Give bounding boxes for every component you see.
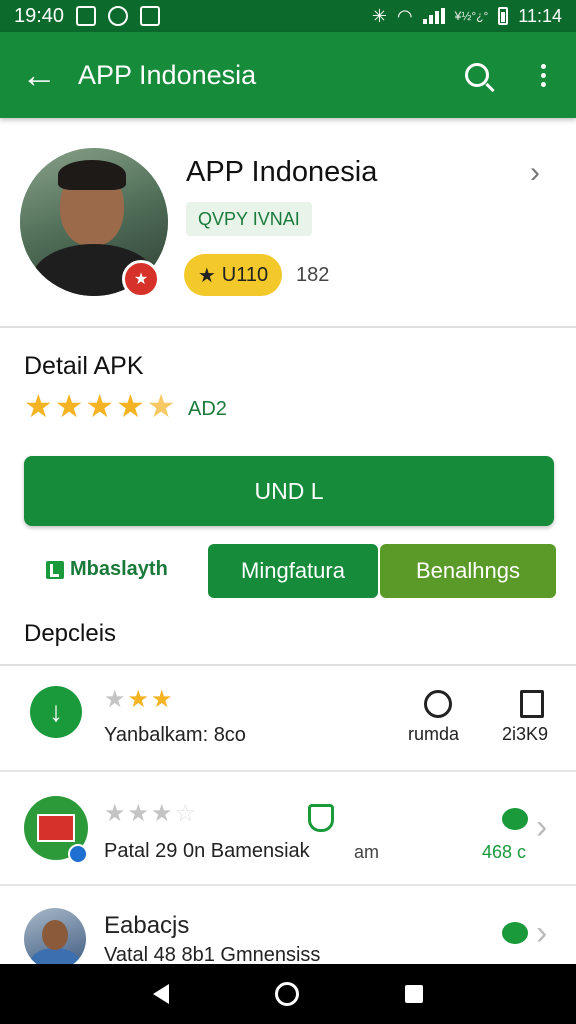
status-small-text: ¥½°¿° — [454, 9, 489, 23]
star-icon: ★ — [116, 388, 145, 424]
chevron-right-icon[interactable]: › — [530, 156, 540, 190]
download-icon: ↓ — [30, 686, 82, 738]
row-action-label: rumda — [408, 724, 460, 744]
row-count: 468 c — [482, 842, 527, 862]
tab-secondary[interactable]: Benalhngs — [380, 544, 556, 598]
status-dot-icon — [502, 808, 528, 830]
profile-name: APP Indonesia — [186, 156, 378, 188]
profile-badge-label: U110 — [221, 263, 269, 286]
profile-count: 182 — [296, 264, 330, 286]
profile-level-badge[interactable]: ★ U110 — [184, 254, 282, 296]
app-bar: ← APP Indonesia — [0, 32, 576, 118]
star-icon: ★ — [24, 388, 53, 424]
shield-icon — [308, 804, 334, 832]
verified-badge-icon: ★ — [122, 260, 160, 298]
mail-notification-icon — [76, 6, 97, 26]
user-avatar — [24, 908, 86, 970]
row-title: Eabacjs — [104, 912, 190, 939]
list-item[interactable]: Eabacjs Vatal 48 8b1 Gmnensiss › — [0, 886, 576, 970]
overflow-menu-icon — [540, 63, 546, 87]
row-action-value: 2i3K9 — [502, 724, 549, 744]
status-clock: 11:14 — [518, 5, 562, 26]
rating-stars: ★ ★ ★ ★ ★ — [24, 390, 175, 422]
rating-text: AD2 — [188, 398, 227, 420]
list-item[interactable]: ↓ ★ ★ ★ Yanbalkam: 8co rumda 2i3K9 — [0, 666, 576, 772]
page-title: APP Indonesia — [78, 59, 257, 90]
brand-link[interactable]: Mbaslayth — [46, 558, 168, 581]
chat-icon — [502, 922, 528, 944]
brand-label: Mbaslayth — [70, 558, 168, 580]
brand-icon — [46, 560, 64, 579]
row-stars: ★ ★ ★ — [104, 686, 173, 713]
status-bar: 19:40 ✳ ◠ ¥½°¿° 11:14 — [0, 0, 576, 32]
verified-dot-icon — [68, 844, 88, 864]
status-time: 19:40 — [14, 4, 65, 27]
app-notification-icon — [140, 6, 161, 26]
app-list: ↓ ★ ★ ★ Yanbalkam: 8co rumda 2i3K9 ★ ★ ★ ☆ Pa… — [0, 664, 576, 970]
list-item[interactable]: ★ ★ ★ ☆ Patal 29 0n Bamensiak am 468 c › — [0, 772, 576, 886]
star-icon: ★ — [54, 388, 84, 424]
install-button[interactable]: UND L — [24, 456, 554, 526]
signal-icon — [422, 8, 445, 24]
share-icon[interactable] — [424, 690, 452, 718]
profile-header: ★ APP Indonesia › QVPY IVNAI ★ U110 182 — [0, 118, 576, 328]
half-star-icon: ★ — [146, 388, 176, 424]
chevron-right-icon[interactable]: › — [536, 914, 547, 953]
tab-primary[interactable]: Mingfatura — [208, 544, 378, 598]
overflow-menu-button[interactable] — [510, 32, 576, 118]
nav-recents-icon[interactable] — [405, 985, 423, 1003]
row-text: Patal 29 0n Bamensiak — [104, 840, 310, 862]
system-nav-bar — [0, 964, 576, 1024]
bluetooth-icon: ✳ — [371, 5, 387, 26]
search-icon — [465, 63, 489, 87]
star-icon: ★ — [85, 388, 115, 424]
crown-icon: ★ — [197, 264, 216, 287]
row-meta: am — [354, 842, 380, 862]
wifi-icon: ◠ — [396, 5, 413, 26]
search-button[interactable] — [444, 32, 510, 118]
back-arrow-icon[interactable]: ← — [0, 32, 78, 118]
row-text: Yanbalkam: 8co — [104, 724, 246, 746]
profile-chip[interactable]: QVPY IVNAI — [186, 202, 312, 236]
nav-home-icon[interactable] — [275, 982, 299, 1006]
nav-back-icon[interactable] — [153, 984, 169, 1004]
detail-section: Detail APK ★ ★ ★ ★ ★ AD2 UND L Mbaslayth… — [0, 330, 576, 664]
chevron-right-icon[interactable]: › — [536, 808, 547, 847]
bookmark-icon[interactable] — [520, 690, 544, 718]
avatar[interactable]: ★ — [20, 148, 168, 298]
row-stars: ★ ★ ★ ☆ — [104, 800, 197, 827]
detail-title: Detail APK — [24, 352, 144, 380]
section-label: Depcleis — [24, 620, 117, 647]
chat-notification-icon — [108, 6, 129, 26]
battery-icon — [498, 7, 509, 25]
